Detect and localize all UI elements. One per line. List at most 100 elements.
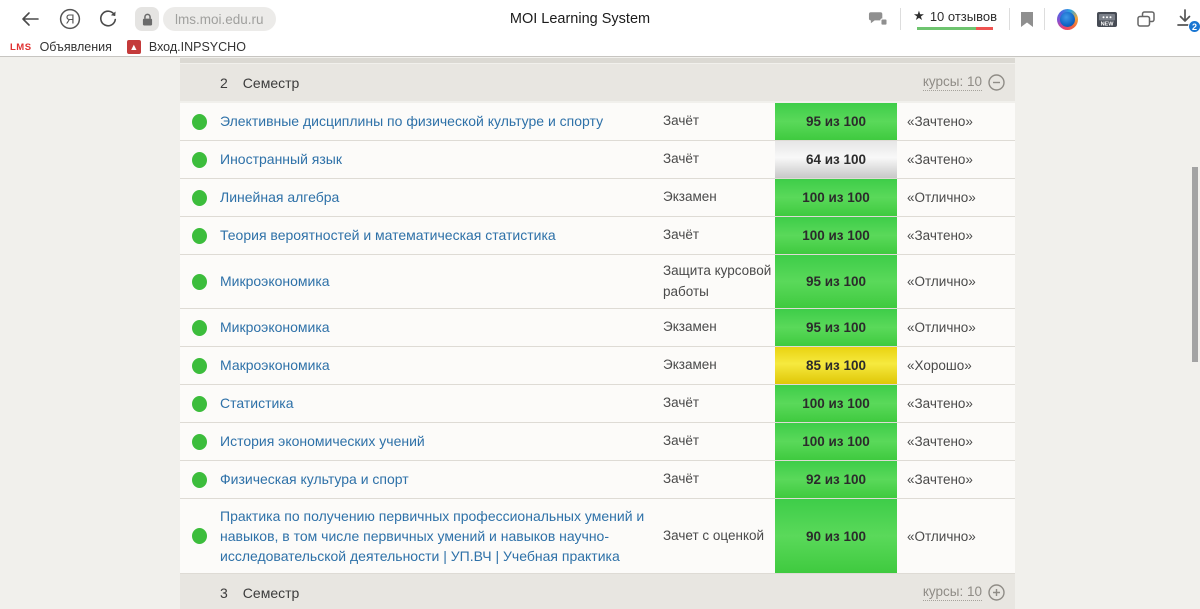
extension-circle-icon[interactable]	[1057, 9, 1078, 30]
scrollbar-thumb[interactable]	[1192, 167, 1198, 362]
semester-number: 2	[220, 75, 228, 91]
browser-toolbar: Я lms.moi.edu.ru MOI Learning System ★10…	[0, 0, 1200, 38]
svg-text:NEW: NEW	[1101, 21, 1115, 27]
course-row: Практика по получению первичных професси…	[180, 499, 1015, 574]
exam-type: Зачёт	[663, 385, 775, 422]
bookmark-inpsycho[interactable]: ▲ Вход.INPSYCHO	[127, 40, 246, 54]
bookmark-lms[interactable]: LMS Объявления	[10, 40, 112, 54]
courses-count-link[interactable]: курсы: 10	[923, 584, 982, 601]
grade: «Отлично»	[897, 255, 1015, 308]
score-badge: 100 из 100	[775, 217, 897, 254]
tabs-icon[interactable]	[1136, 10, 1156, 28]
reviews-count: 10 отзывов	[930, 9, 997, 24]
semester-label: Семестр	[243, 585, 300, 601]
status-dot-icon	[192, 434, 207, 450]
grade: «Хорошо»	[897, 347, 1015, 384]
inpsycho-favicon: ▲	[127, 40, 141, 54]
status-dot-icon	[192, 190, 207, 206]
grade: «Отлично»	[897, 309, 1015, 346]
course-link[interactable]: Практика по получению первичных професси…	[220, 506, 649, 567]
semester-label: Семестр	[243, 75, 300, 91]
divider	[1044, 8, 1045, 30]
course-row: Иностранный язык Зачёт 64 из 100 «Зачтен…	[180, 141, 1015, 179]
courses-count-link[interactable]: курсы: 10	[923, 74, 982, 91]
course-link[interactable]: Физическая культура и спорт	[220, 469, 409, 489]
grade: «Отлично»	[897, 179, 1015, 216]
score-badge: 95 из 100	[775, 309, 897, 346]
course-link[interactable]: Микроэкономика	[220, 271, 330, 291]
course-row: История экономических учений Зачёт 100 и…	[180, 423, 1015, 461]
course-row: Элективные дисциплины по физической куль…	[180, 103, 1015, 141]
course-row: Теория вероятностей и математическая ста…	[180, 217, 1015, 255]
course-link[interactable]: Линейная алгебра	[220, 187, 339, 207]
refresh-button[interactable]	[96, 7, 120, 31]
downloads-button[interactable]: 2	[1174, 7, 1198, 31]
exam-type: Экзамен	[663, 179, 775, 216]
course-link[interactable]: Иностранный язык	[220, 149, 342, 169]
rating-bar	[917, 27, 993, 30]
bookmark-icon[interactable]	[1020, 11, 1034, 28]
grade: «Зачтено»	[897, 217, 1015, 254]
course-link[interactable]: Теория вероятностей и математическая ста…	[220, 225, 556, 245]
address-bar[interactable]: lms.moi.edu.ru	[163, 7, 276, 31]
downloads-badge: 2	[1188, 20, 1200, 33]
exam-type: Зачёт	[663, 141, 775, 178]
course-rows: Элективные дисциплины по физической куль…	[180, 103, 1015, 574]
course-row: Микроэкономика Экзамен 95 из 100 «Отличн…	[180, 309, 1015, 347]
status-dot-icon	[192, 320, 207, 336]
course-link[interactable]: Микроэкономика	[220, 317, 330, 337]
grade: «Отлично»	[897, 499, 1015, 573]
course-link[interactable]: История экономических учений	[220, 431, 425, 451]
exam-type: Зачёт	[663, 217, 775, 254]
expand-icon[interactable]	[988, 584, 1005, 601]
course-link[interactable]: Элективные дисциплины по физической куль…	[220, 111, 603, 131]
course-row: Линейная алгебра Экзамен 100 из 100 «Отл…	[180, 179, 1015, 217]
course-link[interactable]: Статистика	[220, 393, 294, 413]
score-badge: 100 из 100	[775, 385, 897, 422]
score-badge: 92 из 100	[775, 461, 897, 498]
back-button[interactable]	[18, 7, 42, 31]
score-badge: 100 из 100	[775, 423, 897, 460]
status-dot-icon	[192, 472, 207, 488]
lms-favicon: LMS	[10, 42, 32, 53]
url-text: lms.moi.edu.ru	[175, 12, 264, 27]
grade: «Зачтено»	[897, 141, 1015, 178]
divider	[900, 8, 901, 30]
divider	[1009, 8, 1010, 30]
course-link[interactable]: Макроэкономика	[220, 355, 330, 375]
next-semester-header: 3 Семестр курсы: 10	[180, 574, 1015, 609]
status-dot-icon	[192, 358, 207, 374]
course-row: Микроэкономика Защита курсовой работы 95…	[180, 255, 1015, 309]
reviews-widget[interactable]: ★10 отзывов	[913, 8, 997, 30]
exam-type: Экзамен	[663, 347, 775, 384]
bookmark-label: Объявления	[40, 40, 112, 54]
ssl-lock-icon[interactable]	[135, 7, 159, 31]
status-dot-icon	[192, 528, 207, 544]
score-badge: 95 из 100	[775, 255, 897, 308]
exam-type: Зачёт	[663, 461, 775, 498]
semester-table: 2 Семестр курсы: 10 Элективные дисциплин…	[180, 58, 1015, 609]
exam-type: Защита курсовой работы	[663, 255, 775, 308]
semester-header: 2 Семестр курсы: 10	[180, 64, 1015, 101]
collapse-icon[interactable]	[988, 74, 1005, 91]
score-badge: 90 из 100	[775, 499, 897, 573]
exam-type: Зачёт	[663, 423, 775, 460]
score-badge: 100 из 100	[775, 179, 897, 216]
score-badge: 85 из 100	[775, 347, 897, 384]
yandex-services-icon[interactable]: Я	[58, 7, 82, 31]
status-dot-icon	[192, 114, 207, 130]
course-row: Макроэкономика Экзамен 85 из 100 «Хорошо…	[180, 347, 1015, 385]
course-row: Физическая культура и спорт Зачёт 92 из …	[180, 461, 1015, 499]
status-dot-icon	[192, 274, 207, 290]
grade: «Зачтено»	[897, 103, 1015, 140]
page-title: MOI Learning System	[380, 0, 780, 38]
extension-new-icon[interactable]: NEW	[1096, 11, 1118, 28]
semester-number: 3	[220, 585, 228, 601]
course-row: Статистика Зачёт 100 из 100 «Зачтено»	[180, 385, 1015, 423]
score-badge: 64 из 100	[775, 141, 897, 178]
exam-type: Экзамен	[663, 309, 775, 346]
bookmark-label: Вход.INPSYCHO	[149, 40, 246, 54]
score-badge: 95 из 100	[775, 103, 897, 140]
grade: «Зачтено»	[897, 385, 1015, 422]
chat-icon[interactable]	[868, 8, 890, 30]
